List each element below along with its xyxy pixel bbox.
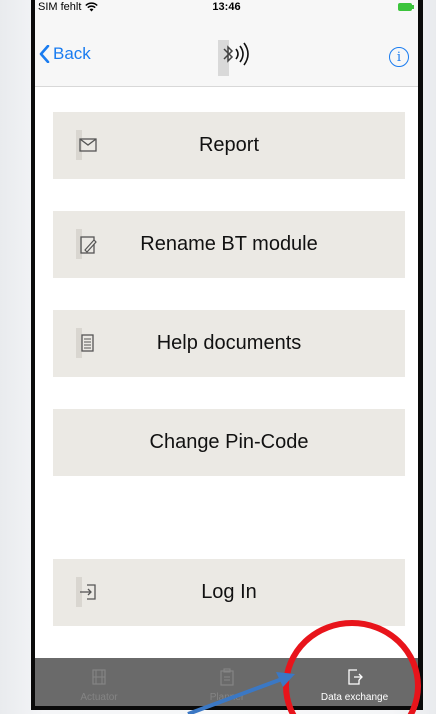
report-label: Report	[198, 134, 260, 156]
document-icon	[76, 328, 94, 358]
report-button[interactable]: Report	[53, 112, 405, 179]
login-icon	[76, 577, 96, 607]
tab-planner-label: Planner	[209, 692, 245, 703]
phone-frame: SIM fehlt 13:46 Back i Report Rename BT …	[31, 0, 423, 710]
back-button[interactable]: Back	[39, 44, 91, 64]
change-pin-code-label: Change Pin-Code	[149, 431, 309, 453]
back-label: Back	[53, 44, 91, 63]
bluetooth-signal-icon	[218, 40, 249, 76]
chevron-left-icon	[39, 45, 50, 63]
log-in-button[interactable]: Log In	[53, 559, 405, 626]
edit-icon	[76, 229, 97, 259]
tab-planner[interactable]: Planner	[163, 658, 291, 706]
log-in-label: Log In	[201, 581, 257, 603]
envelope-icon	[76, 130, 97, 160]
info-button[interactable]: i	[389, 47, 409, 67]
tab-data-exchange[interactable]: Data exchange	[291, 658, 418, 706]
tab-data-exchange-label: Data exchange	[320, 692, 389, 703]
clipboard-icon	[220, 668, 234, 686]
tab-actuator-label: Actuator	[80, 692, 118, 703]
help-documents-button[interactable]: Help documents	[53, 310, 405, 377]
data-exchange-icon	[347, 669, 363, 685]
rename-bt-module-label: Rename BT module	[140, 233, 318, 255]
rename-bt-module-button[interactable]: Rename BT module	[53, 211, 405, 278]
screen: SIM fehlt 13:46 Back i Report Rename BT …	[35, 0, 418, 706]
tab-actuator[interactable]: Actuator	[35, 658, 163, 706]
tab-bar: Actuator Planner Data exchange	[35, 658, 418, 706]
status-time: 13:46	[212, 1, 241, 13]
help-documents-label: Help documents	[156, 332, 302, 354]
battery-icon	[398, 3, 414, 11]
status-bar: SIM fehlt 13:46	[35, 0, 418, 16]
actuator-icon	[92, 669, 106, 685]
navigation-bar: Back i	[35, 16, 418, 87]
change-pin-code-button[interactable]: Change Pin-Code	[53, 409, 405, 476]
